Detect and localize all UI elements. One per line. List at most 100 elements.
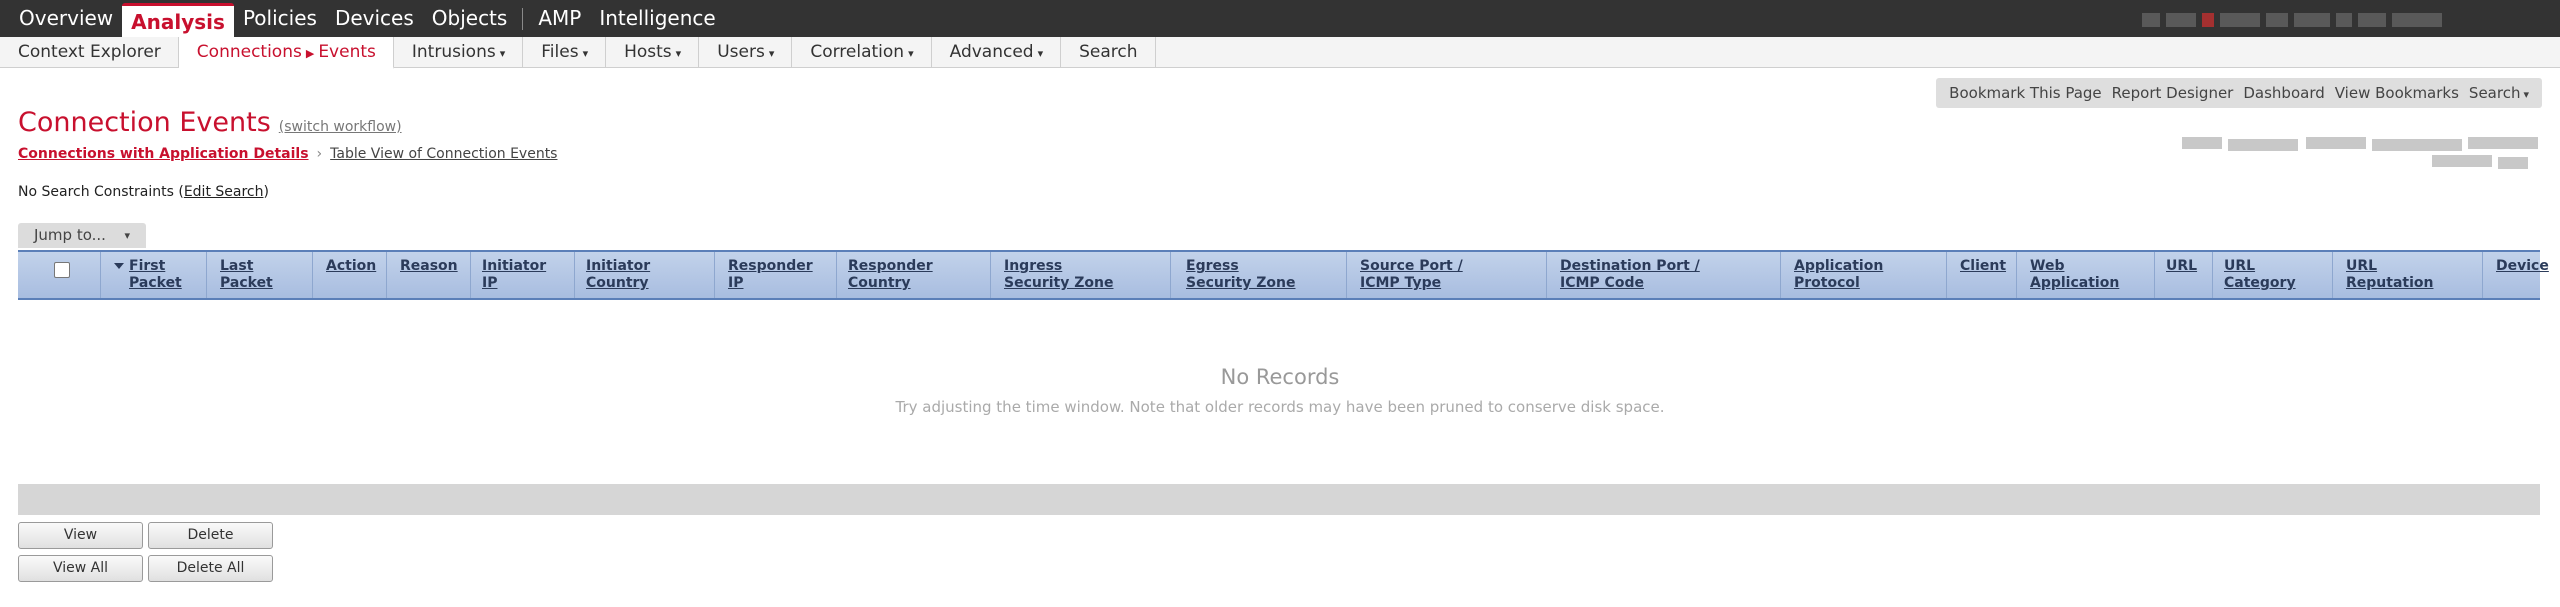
- column-divider: [1780, 252, 1781, 298]
- column-divider: [574, 252, 575, 298]
- column-divider: [836, 252, 837, 298]
- column-header-ingress-security-zone[interactable]: Ingress Security Zone: [1004, 258, 1113, 292]
- delete-all-button[interactable]: Delete All: [148, 555, 273, 582]
- constraints-close: ): [263, 184, 269, 200]
- subnav-users[interactable]: Users ▾: [699, 37, 793, 68]
- subnav-users-label: Users: [717, 42, 765, 62]
- switch-workflow-link[interactable]: (switch workflow): [279, 119, 402, 135]
- nav-intelligence[interactable]: Intelligence: [590, 0, 724, 37]
- column-divider: [714, 252, 715, 298]
- column-header-reason[interactable]: Reason: [400, 258, 458, 275]
- column-header-line1: Reason: [400, 258, 458, 274]
- subnav-intrusions-label: Intrusions: [411, 42, 496, 62]
- no-records-hint: Try adjusting the time window. Note that…: [895, 398, 1665, 416]
- breadcrumb-table-view[interactable]: Table View of Connection Events: [330, 146, 557, 162]
- column-header-line2: ICMP Type: [1360, 275, 1442, 291]
- column-header-line1: Application: [1794, 258, 1884, 274]
- column-header-line1: First: [129, 258, 166, 274]
- column-header-line1: URL: [2346, 258, 2378, 274]
- nav-objects[interactable]: Objects: [423, 0, 517, 37]
- column-header-line1: Egress: [1186, 258, 1239, 274]
- nav-analysis[interactable]: Analysis: [122, 3, 234, 37]
- subnav-advanced-label: Advanced: [949, 42, 1034, 62]
- bookmark-page-link[interactable]: Bookmark This Page: [1944, 84, 2107, 102]
- view-button[interactable]: View: [18, 522, 143, 549]
- column-header-line2: Packet: [220, 275, 273, 291]
- jump-to-label: Jump to...: [34, 226, 106, 244]
- subnav-connections-label: Connections: [196, 42, 302, 62]
- column-header-responder-ip[interactable]: Responder IP: [728, 258, 813, 292]
- caret-down-icon: ▾: [582, 47, 589, 60]
- search-dropdown[interactable]: Search ▾: [2464, 84, 2534, 102]
- subnav-search[interactable]: Search: [1061, 37, 1156, 68]
- column-header-url[interactable]: URL: [2166, 258, 2197, 275]
- secondary-navigation-bar: Context Explorer Connections ▶ Events Intr…: [0, 37, 2560, 69]
- column-header-initiator-country[interactable]: Initiator Country: [586, 258, 650, 292]
- jump-to-dropdown[interactable]: Jump to... ▾: [18, 223, 146, 248]
- view-bookmarks-link[interactable]: View Bookmarks: [2330, 84, 2464, 102]
- column-header-url-category[interactable]: URL Category: [2224, 258, 2296, 292]
- subnav-context-explorer[interactable]: Context Explorer: [0, 37, 179, 68]
- column-header-line2: Application: [2030, 275, 2120, 291]
- column-divider: [2154, 252, 2155, 298]
- column-header-line2: ICMP Code: [1560, 275, 1644, 291]
- report-designer-link[interactable]: Report Designer: [2107, 84, 2239, 102]
- subnav-connections-events[interactable]: Connections ▶ Events: [178, 37, 394, 69]
- column-header-last-packet[interactable]: Last Packet: [220, 258, 273, 292]
- subnav-files[interactable]: Files ▾: [523, 37, 607, 68]
- column-header-web-application[interactable]: Web Application: [2030, 258, 2119, 292]
- subnav-correlation[interactable]: Correlation ▾: [792, 37, 932, 68]
- column-header-line2: Packet: [129, 275, 182, 291]
- page-toolbar: Bookmark This Page Report Designer Dashb…: [1936, 78, 2542, 108]
- column-header-device[interactable]: Device: [2496, 258, 2549, 275]
- breadcrumb-connections-app-details[interactable]: Connections with Application Details: [18, 146, 309, 162]
- edit-search-link[interactable]: Edit Search: [184, 184, 264, 200]
- column-divider: [386, 252, 387, 298]
- delete-button[interactable]: Delete: [148, 522, 273, 549]
- subnav-hosts[interactable]: Hosts ▾: [606, 37, 700, 68]
- column-header-line1: Web: [2030, 258, 2065, 274]
- column-header-action[interactable]: Action: [326, 258, 376, 275]
- subnav-intrusions[interactable]: Intrusions ▾: [394, 37, 524, 68]
- subnav-advanced[interactable]: Advanced ▾: [932, 37, 1062, 68]
- column-header-egress-security-zone[interactable]: Egress Security Zone: [1186, 258, 1295, 292]
- time-window-redacted[interactable]: [2182, 133, 2542, 171]
- analysis-submenu: Context Explorer Connections ▶ Events Intr…: [0, 37, 2560, 69]
- column-header-initiator-ip[interactable]: Initiator IP: [482, 258, 546, 292]
- column-header-url-reputation[interactable]: URL Reputation: [2346, 258, 2433, 292]
- column-divider: [2332, 252, 2333, 298]
- column-header-line2: Security Zone: [1186, 275, 1296, 291]
- column-header-line1: Source Port /: [1360, 258, 1463, 274]
- no-records-message: No Records: [1220, 365, 1340, 389]
- column-header-line2: Country: [848, 275, 911, 291]
- select-all-checkbox[interactable]: [54, 262, 70, 278]
- nav-policies[interactable]: Policies: [234, 0, 326, 37]
- caret-down-icon: ▾: [908, 47, 914, 60]
- column-header-line1: URL: [2166, 258, 2198, 274]
- column-header-responder-country[interactable]: Responder Country: [848, 258, 933, 292]
- column-header-client[interactable]: Client: [1960, 258, 2006, 275]
- nav-amp[interactable]: AMP: [529, 0, 590, 37]
- column-header-destination-port-icmp-code[interactable]: Destination Port / ICMP Code: [1560, 258, 1700, 292]
- column-header-first-packet[interactable]: First Packet: [114, 258, 182, 292]
- user-menu-redacted[interactable]: [2142, 9, 2542, 29]
- subnav-correlation-label: Correlation: [810, 42, 905, 62]
- subnav-hosts-label: Hosts: [624, 42, 672, 62]
- nav-devices[interactable]: Devices: [326, 0, 423, 37]
- caret-down-icon: ▾: [499, 47, 506, 60]
- column-divider: [2016, 252, 2017, 298]
- chevron-right-icon: ▶: [305, 47, 315, 60]
- top-navigation-bar: Overview Analysis Policies Devices Objec…: [0, 0, 2560, 37]
- caret-down-icon: ▾: [675, 47, 682, 60]
- column-divider: [990, 252, 991, 298]
- caret-down-icon: ▾: [2523, 88, 2529, 101]
- column-header-source-port-icmp-type[interactable]: Source Port / ICMP Type: [1360, 258, 1463, 292]
- view-all-button[interactable]: View All: [18, 555, 143, 582]
- column-header-line2: IP: [482, 275, 498, 291]
- column-header-line1: Action: [326, 258, 377, 274]
- subnav-files-label: Files: [541, 42, 579, 62]
- column-header-line2: Category: [2224, 275, 2296, 291]
- nav-overview[interactable]: Overview: [10, 0, 122, 37]
- dashboard-link[interactable]: Dashboard: [2238, 84, 2329, 102]
- column-header-application-protocol[interactable]: Application Protocol: [1794, 258, 1883, 292]
